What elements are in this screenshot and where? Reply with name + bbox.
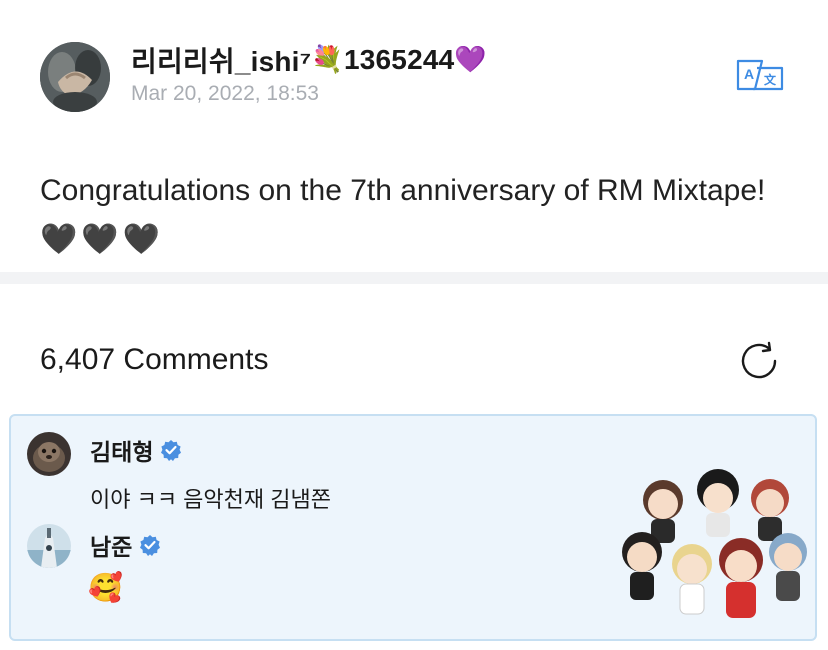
comment-avatar-2[interactable]: [27, 524, 71, 568]
verified-badge-icon: [140, 535, 161, 556]
post-date: Mar 20, 2022, 18:53: [131, 82, 319, 105]
comment-text-1: 이야 ㅋㅋ 음악천재 김냄쫀: [90, 487, 331, 512]
comment-author-name-2: 남준: [90, 534, 133, 560]
comment-text-2: 🥰: [88, 571, 123, 604]
group-character-sticker: [618, 468, 810, 636]
black-hearts-emoji: 🖤🖤🖤: [40, 222, 165, 257]
author-name[interactable]: 리리리쉬_ishi⁷ 💐 1365244 💜: [131, 40, 487, 80]
post-body-text: Congratulations on the 7th anniversary o…: [40, 174, 766, 207]
refresh-icon: [741, 341, 777, 379]
section-divider: [0, 272, 828, 284]
author-avatar[interactable]: [40, 42, 110, 112]
comment-avatar-1[interactable]: [27, 432, 71, 476]
verified-badge-icon: [161, 440, 182, 461]
translate-button[interactable]: A 文: [735, 58, 785, 92]
author-name-text: 리리리쉬_ishi⁷: [131, 46, 312, 77]
flower-emoji: 💐: [311, 45, 344, 75]
comment-author-1[interactable]: 김태형: [90, 433, 182, 467]
author-number: 1365244: [343, 44, 455, 75]
svg-text:文: 文: [764, 72, 777, 87]
post-header: 리리리쉬_ishi⁷ 💐 1365244 💜 Mar 20, 2022, 18:…: [0, 0, 828, 130]
comment-author-2[interactable]: 남준: [90, 528, 161, 562]
translate-icon: A 文: [736, 59, 784, 91]
svg-text:A: A: [744, 66, 754, 82]
comments-count: 6,407 Comments: [40, 343, 269, 376]
comment-author-name-1: 김태형: [90, 439, 154, 465]
post-body: Congratulations on the 7th anniversary o…: [40, 166, 800, 264]
refresh-button[interactable]: [740, 341, 780, 381]
purple-heart-emoji: 💜: [454, 45, 487, 75]
